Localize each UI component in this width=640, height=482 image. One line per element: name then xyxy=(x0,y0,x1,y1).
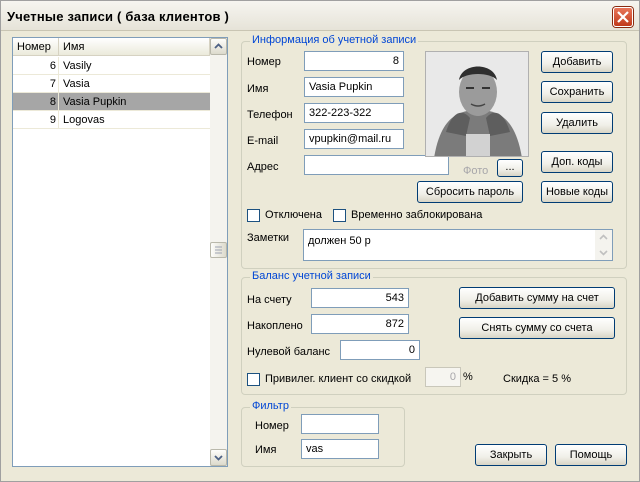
address-field[interactable] xyxy=(304,155,449,175)
phone-label: Телефон xyxy=(247,109,293,121)
notes-field[interactable]: должен 50 р xyxy=(303,229,613,261)
discount-unit: % xyxy=(463,371,473,383)
scroll-down-button[interactable] xyxy=(210,449,227,466)
list-row-selected[interactable]: 8 Vasia Pupkin xyxy=(13,93,210,111)
scroll-down-arrow-icon xyxy=(214,455,223,461)
add-sum-button[interactable]: Добавить сумму на счет xyxy=(459,287,615,309)
discount-text: Скидка = 5 % xyxy=(503,373,571,385)
privileged-checkbox-label: Привилег. клиент со скидкой xyxy=(265,373,412,385)
photo-browse-button[interactable]: ... xyxy=(497,159,523,177)
help-button[interactable]: Помощь xyxy=(555,444,627,466)
row-number: 6 xyxy=(13,57,59,75)
blocked-checkbox-label: Временно заблокирована xyxy=(351,209,483,221)
list-row[interactable]: 9 Logovas xyxy=(13,111,210,129)
withdraw-sum-button[interactable]: Снять сумму со счета xyxy=(459,317,615,339)
extra-codes-button[interactable]: Доп. коды xyxy=(541,151,613,173)
accounts-list[interactable]: Номер Имя 6 Vasily 7 Vasia 8 Vasia Pupki… xyxy=(12,37,228,467)
delete-button[interactable]: Удалить xyxy=(541,112,613,134)
close-window-button[interactable] xyxy=(613,7,633,27)
filter-number-label: Номер xyxy=(255,420,289,432)
number-label: Номер xyxy=(247,56,281,68)
window-title: Учетные записи ( база клиентов ) xyxy=(7,9,230,24)
accounts-window: Учетные записи ( база клиентов ) Номер И… xyxy=(0,0,640,482)
discount-field[interactable]: 0 xyxy=(425,367,461,387)
list-scrollbar[interactable] xyxy=(210,38,227,466)
reset-password-button[interactable]: Сбросить пароль xyxy=(417,181,523,203)
phone-field[interactable]: 322-223-322 xyxy=(304,103,404,123)
row-number: 7 xyxy=(13,75,59,93)
name-field[interactable]: Vasia Pupkin xyxy=(304,77,404,97)
row-name: Vasia xyxy=(63,78,90,90)
row-number: 9 xyxy=(13,111,59,129)
accumulated-label: Накоплено xyxy=(247,320,303,332)
list-row[interactable]: 6 Vasily xyxy=(13,57,210,75)
notes-text: должен 50 р xyxy=(308,235,371,247)
row-name: Vasily xyxy=(63,60,92,72)
row-name: Logovas xyxy=(63,114,105,126)
notes-scrollbar[interactable] xyxy=(595,230,612,260)
close-button[interactable]: Закрыть xyxy=(475,444,547,466)
filter-legend: Фильтр xyxy=(250,400,291,412)
filter-name-field[interactable]: vas xyxy=(301,439,379,459)
close-icon xyxy=(617,11,629,23)
account-info-legend: Информация об учетной записи xyxy=(250,34,419,46)
email-field[interactable]: vpupkin@mail.ru xyxy=(304,129,404,149)
notes-scroll-arrows-icon xyxy=(599,234,608,256)
blocked-checkbox[interactable] xyxy=(333,209,346,222)
disabled-checkbox-label: Отключена xyxy=(265,209,322,221)
zero-balance-field[interactable]: 0 xyxy=(340,340,420,360)
save-button[interactable]: Сохранить xyxy=(541,81,613,103)
user-photo xyxy=(425,51,529,157)
list-row[interactable]: 7 Vasia xyxy=(13,75,210,93)
photo-label: Фото xyxy=(463,165,489,177)
add-button[interactable]: Добавить xyxy=(541,51,613,73)
scroll-up-arrow-icon xyxy=(214,43,223,49)
list-header: Номер Имя xyxy=(13,38,210,56)
row-number: 8 xyxy=(13,93,59,111)
scroll-up-button[interactable] xyxy=(210,38,227,55)
title-bar: Учетные записи ( база клиентов ) xyxy=(1,1,639,31)
name-label: Имя xyxy=(247,83,269,95)
grip-icon xyxy=(215,246,222,254)
new-codes-button[interactable]: Новые коды xyxy=(541,181,613,203)
column-header-name[interactable]: Имя xyxy=(59,38,210,56)
row-name: Vasia Pupkin xyxy=(63,96,127,108)
balance-legend: Баланс учетной записи xyxy=(250,270,373,282)
scroll-thumb[interactable] xyxy=(210,242,227,258)
on-account-label: На счету xyxy=(247,294,292,306)
accumulated-field[interactable]: 872 xyxy=(311,314,409,334)
column-header-number[interactable]: Номер xyxy=(13,38,59,56)
disabled-checkbox[interactable] xyxy=(247,209,260,222)
zero-balance-label: Нулевой баланс xyxy=(247,346,331,358)
filter-name-label: Имя xyxy=(255,444,277,456)
privileged-checkbox[interactable] xyxy=(247,373,260,386)
email-label: E-mail xyxy=(247,135,279,147)
address-label: Адрес xyxy=(247,161,279,173)
on-account-field[interactable]: 543 xyxy=(311,288,409,308)
notes-label: Заметки xyxy=(247,232,290,244)
user-photo-image xyxy=(426,52,528,156)
number-field[interactable]: 8 xyxy=(304,51,404,71)
filter-number-field[interactable] xyxy=(301,414,379,434)
